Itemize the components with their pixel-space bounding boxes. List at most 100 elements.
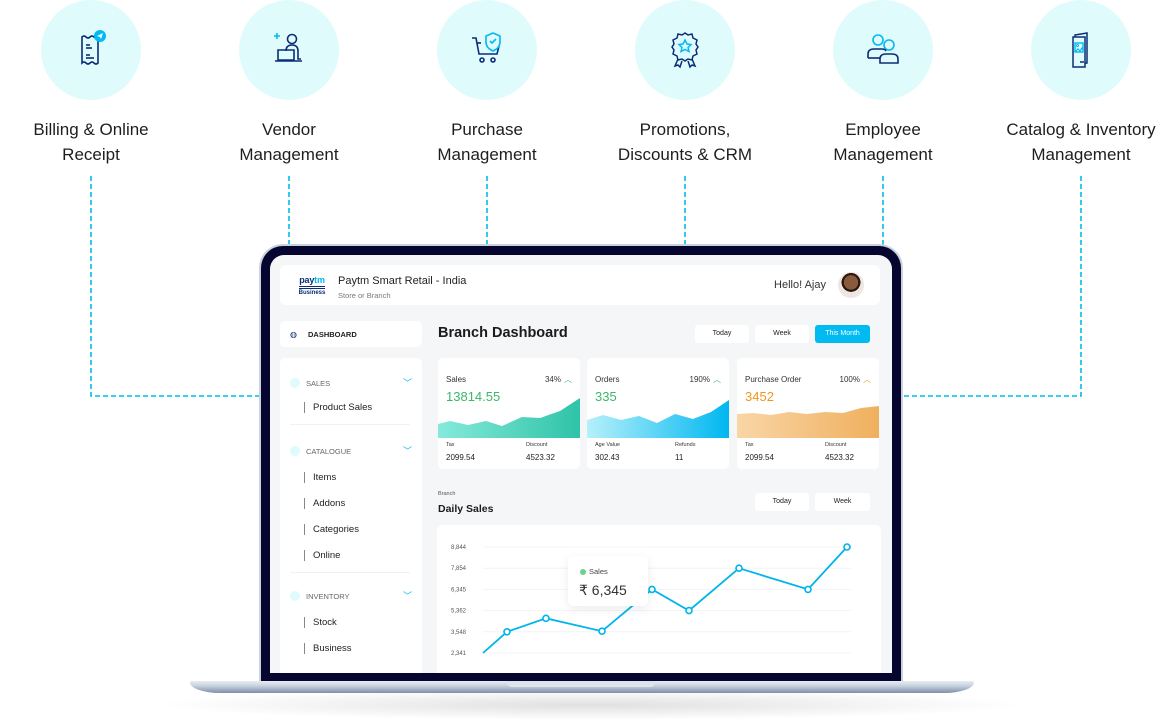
y-tick-label: 5,362 [451,609,467,615]
sales-sparkline [438,398,580,438]
feature-purchase: Purchase Management [402,0,572,167]
chevron-down-icon[interactable]: ﹀ [403,376,412,389]
person-laptop-icon [274,33,302,62]
feature-icon-circle [41,0,141,100]
y-tick-label: 3,548 [451,630,467,636]
chevron-down-icon[interactable]: ﹀ [403,589,412,602]
stat-percent: 34% ︿ [545,374,572,385]
stat-card-orders: Orders 190% ︿ 335 Age Value 302.43 Refund… [587,358,729,469]
stat-key: Discount [526,442,548,448]
paytm-business-logo: paytm Business [297,276,327,297]
chevron-down-icon[interactable]: ﹀ [403,444,412,457]
divider [290,572,410,573]
laptop-notch [506,681,656,687]
feature-label-line1: Catalog & Inventory [1006,120,1156,139]
feature-icon-circle [239,0,339,100]
stat-name: Orders [595,375,620,384]
legend-dot [580,569,586,575]
daily-week-button[interactable]: Week [815,493,870,511]
feature-label: Billing & Online Receipt [6,117,176,167]
section-dot-icon [290,591,300,601]
stat-percent-value: 190% [689,375,710,384]
stat-name: Purchase Order [745,375,802,384]
feature-label: Promotions, Discounts & CRM [600,117,770,167]
page-title: Branch Dashboard [438,325,568,341]
stat-key-value: 4523.32 [825,453,854,462]
brochure-icon [1072,32,1088,68]
sidebar-item-categories[interactable]: Categories [304,524,359,535]
feature-label-line2: Management [1031,145,1131,164]
data-point[interactable] [542,614,550,623]
section-header[interactable]: CATALOGUE [306,447,351,456]
branch-caption: Branch [438,491,456,497]
tooltip-value: ₹ 6,345 [579,582,627,598]
avatar[interactable] [838,272,864,298]
stat-card-sales: Sales 34% ︿ 13814.55 Tax 2099.54 Discount… [438,358,580,469]
y-tick-label: 2,341 [451,651,467,657]
data-point[interactable] [503,628,511,636]
range-week-button[interactable]: Week [755,325,809,343]
award-badge-icon [671,32,699,69]
chart-tooltip: Sales ₹ 6,345 [568,556,648,606]
feature-label-line2: Management [437,145,537,164]
data-point[interactable] [648,585,656,594]
stat-key-value: 4523.32 [526,453,555,462]
connector-catalog [880,176,1082,397]
trend-up-icon: ︿ [863,375,871,384]
stat-percent-value: 34% [544,375,561,384]
daily-sales-chart: 2,341 3,548 5,362 6,345 7,854 8,844 [437,525,881,673]
feature-icon-circle [635,0,735,100]
sidebar-item-online[interactable]: Online [304,550,340,561]
receipt-send-icon [81,30,106,65]
feature-label-line1: Purchase [451,120,523,139]
stat-percent: 100% ︿ [840,374,871,385]
data-point[interactable] [804,585,812,594]
data-point[interactable] [685,606,693,615]
feature-label: Purchase Management [402,117,572,167]
divider [290,424,410,425]
sidebar-item-dashboard[interactable]: ◍ DASHBOARD [280,321,422,347]
sidebar-item-product-sales[interactable]: Product Sales [304,402,372,413]
feature-label: Employee Management [798,117,968,167]
y-tick-label: 6,345 [451,587,467,593]
feature-label-line1: Promotions, [639,120,731,139]
data-point[interactable] [843,543,851,551]
feature-label-line1: Employee [845,120,921,139]
sidebar-item-stock[interactable]: Stock [304,617,337,628]
trend-up-icon: ︿ [713,375,721,384]
store-branch-selector[interactable]: Store or Branch [338,291,391,300]
sidebar-item-addons[interactable]: Addons [304,498,345,509]
sidebar-item-business[interactable]: Business [304,643,352,654]
feature-label-line2: Management [239,145,339,164]
dashboard-gauge-icon: ◍ [290,330,297,339]
data-point[interactable] [735,564,743,573]
feature-billing: Billing & Online Receipt [6,0,176,167]
stat-key-value: 2099.54 [446,453,475,462]
data-point[interactable] [598,627,606,635]
feature-icon-circle [437,0,537,100]
user-greeting: Hello! Ajay [774,279,826,291]
range-this-month-button[interactable]: This Month [815,325,870,343]
section-header[interactable]: INVENTORY [306,592,349,601]
feature-label-line2: Receipt [62,145,120,164]
stat-key: Age Value [595,442,620,448]
section-dot-icon [290,446,300,456]
app-header: paytm Business Paytm Smart Retail - Indi… [280,265,880,305]
range-today-button[interactable]: Today [695,325,749,343]
section-header[interactable]: SALES [306,379,330,388]
feature-icon-circle [1031,0,1131,100]
line-chart-svg: 2,341 3,548 5,362 6,345 7,854 8,844 [451,543,851,657]
y-tick-label: 7,854 [451,566,467,572]
feature-label-line2: Management [833,145,933,164]
laptop-shadow [150,690,1030,720]
stat-key: Discount [825,442,847,448]
section-dot-icon [290,378,300,388]
sidebar-item-items[interactable]: Items [304,472,336,483]
stat-key: Tax [745,442,754,448]
daily-today-button[interactable]: Today [755,493,809,511]
feature-label-line1: Billing & Online [33,120,149,139]
feature-label: Vendor Management [204,117,374,167]
logo-divider [299,286,325,289]
feature-label-line1: Vendor [262,120,316,139]
sidebar-menu: SALES ﹀ Product Sales CATALOGUE ﹀ Items … [280,358,422,673]
